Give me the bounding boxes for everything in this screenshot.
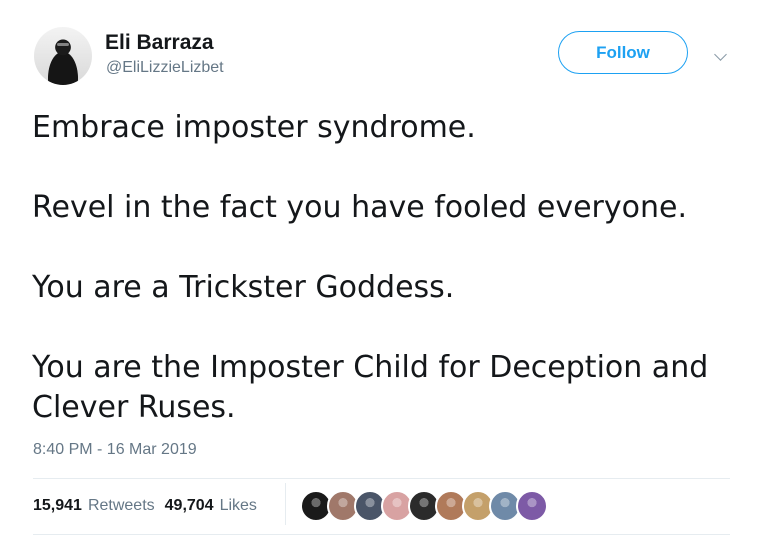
stats-separator	[285, 483, 286, 525]
user-name[interactable]: Eli Barraza	[105, 31, 214, 55]
divider	[33, 478, 730, 479]
retweets-label: Retweets	[87, 497, 155, 514]
retweets-stat[interactable]: 15,941 Retweets	[33, 497, 155, 515]
likers-avatars	[300, 490, 548, 522]
tweet-paragraph: Embrace imposter syndrome.	[32, 110, 476, 145]
user-handle[interactable]: @EliLizzieLizbet	[106, 59, 224, 77]
liker-avatar[interactable]	[516, 490, 548, 522]
avatar[interactable]	[34, 27, 92, 85]
tweet-paragraph: Revel in the fact you have fooled everyo…	[32, 190, 687, 225]
likes-count: 49,704	[164, 497, 214, 514]
avatar-detail	[57, 43, 69, 46]
engagement-stats: 15,941 Retweets 49,704 Likes	[33, 497, 257, 515]
divider	[33, 534, 730, 535]
follow-button[interactable]: Follow	[558, 31, 688, 74]
likes-stat[interactable]: 49,704 Likes	[165, 497, 257, 515]
tweet-text: Embrace imposter syndrome. Revel in the …	[32, 108, 747, 428]
chevron-down-icon[interactable]	[714, 48, 727, 61]
tweet-paragraph: You are the Imposter Child for Deception…	[32, 350, 709, 425]
likes-label: Likes	[219, 497, 257, 514]
tweet-timestamp[interactable]: 8:40 PM - 16 Mar 2019	[33, 441, 197, 459]
tweet-paragraph: You are a Trickster Goddess.	[32, 270, 455, 305]
retweets-count: 15,941	[33, 497, 82, 514]
